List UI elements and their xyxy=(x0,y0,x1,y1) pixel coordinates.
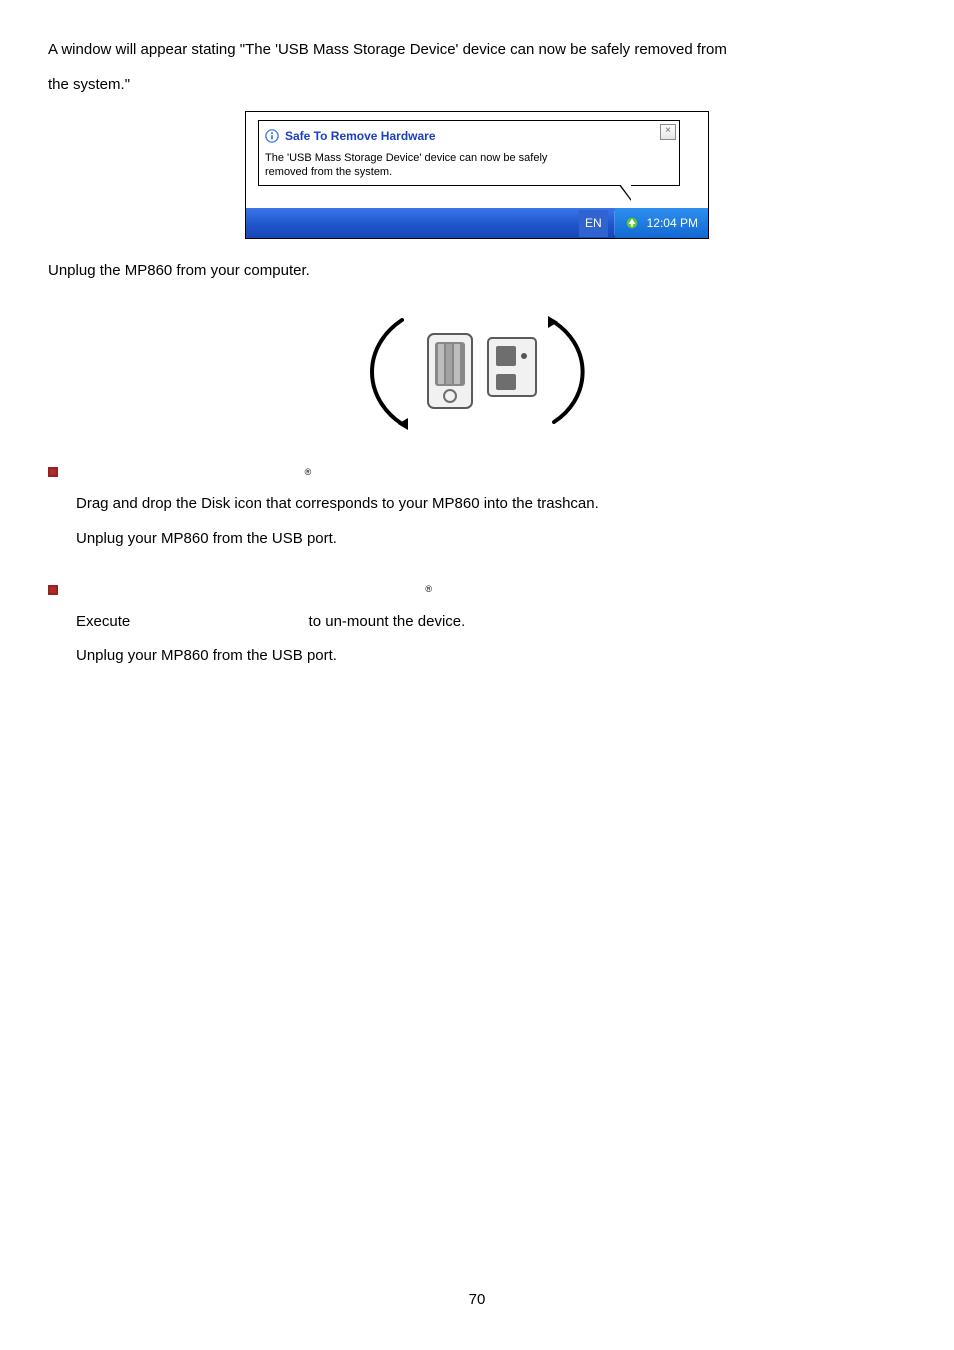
linux-exec-suffix: to un-mount the device. xyxy=(309,613,466,630)
balloon-title: Safe To Remove Hardware xyxy=(265,125,673,148)
paragraph-line-2: the system." xyxy=(48,71,906,100)
balloon-title-text: Safe To Remove Hardware xyxy=(285,125,436,148)
mp860-unplug-figure xyxy=(347,298,607,448)
mp860-dice-icon xyxy=(362,298,592,448)
registered-mark-icon: ® xyxy=(425,581,432,598)
balloon-body-line-2: removed from the system. xyxy=(265,166,673,180)
balloon-body-line-1: The 'USB Mass Storage Device' device can… xyxy=(265,152,673,166)
mac-step-2: Unplug your MP860 from the USB port. xyxy=(76,525,906,554)
linux-step-1: Execute umount /mnt/MP860 to un-mount th… xyxy=(76,608,906,637)
system-tray: 12:04 PM xyxy=(615,208,708,238)
mac-step-1: Drag and drop the Disk icon that corresp… xyxy=(76,490,906,519)
registered-mark-icon: ® xyxy=(305,464,312,481)
info-icon xyxy=(265,129,279,143)
page-number: 70 xyxy=(0,1286,954,1315)
language-indicator: EN xyxy=(579,210,608,237)
safe-remove-balloon: × Safe To Remove Hardware The 'USB Mass … xyxy=(258,120,680,186)
linux-section-heading-row: Removing the MP860 in Linux Kernel 2.4 o… xyxy=(48,575,906,604)
close-icon[interactable]: × xyxy=(660,124,676,140)
bullet-icon xyxy=(48,585,58,595)
safely-remove-tray-icon xyxy=(625,216,639,230)
windows-balloon-figure: × Safe To Remove Hardware The 'USB Mass … xyxy=(245,111,709,239)
linux-exec-prefix: Execute xyxy=(76,613,130,630)
balloon-tail-icon xyxy=(619,185,631,201)
linux-step-2: Unplug your MP860 from the USB port. xyxy=(76,642,906,671)
paragraph-line-1: A window will appear stating "The 'USB M… xyxy=(48,36,906,65)
clock: 12:04 PM xyxy=(647,212,698,235)
windows-taskbar: EN 12:04 PM xyxy=(246,208,708,238)
step-unplug-pc: Unplug the MP860 from your computer. xyxy=(48,257,906,286)
bullet-icon xyxy=(48,467,58,477)
balloon-body: The 'USB Mass Storage Device' device can… xyxy=(265,152,673,180)
mac-section-heading-row: Removing the MP860 in Mac OS ® xyxy=(48,458,906,487)
